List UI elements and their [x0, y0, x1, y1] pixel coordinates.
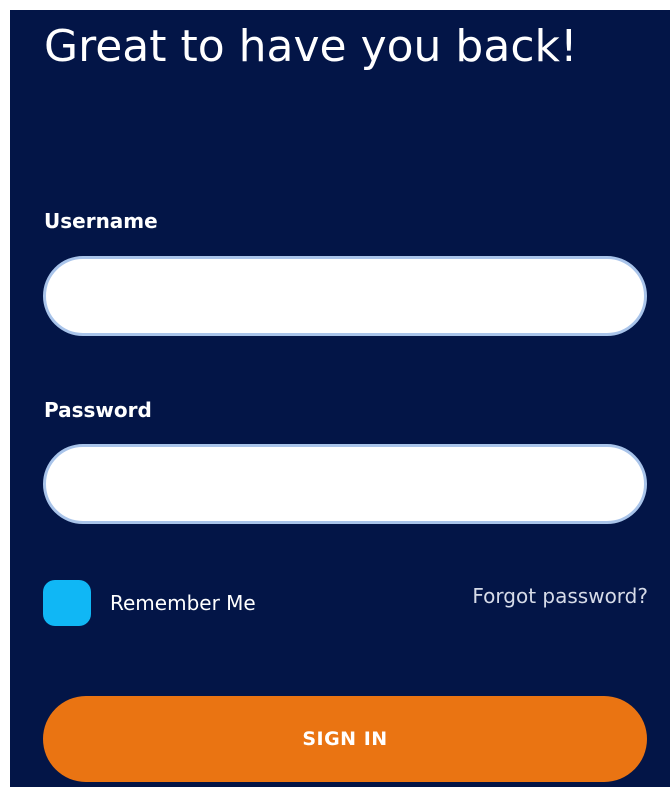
remember-me-label[interactable]: Remember Me	[110, 590, 256, 616]
password-input[interactable]	[43, 444, 647, 524]
remember-me-checkbox[interactable]	[43, 580, 91, 626]
username-input[interactable]	[43, 256, 647, 336]
password-label: Password	[44, 398, 152, 422]
login-panel: Great to have you back! Username Passwor…	[10, 10, 670, 787]
sign-in-button[interactable]: SIGN IN	[43, 696, 647, 782]
page-title: Great to have you back!	[44, 21, 578, 72]
username-label: Username	[44, 209, 158, 233]
forgot-password-link[interactable]: Forgot password?	[472, 583, 648, 609]
